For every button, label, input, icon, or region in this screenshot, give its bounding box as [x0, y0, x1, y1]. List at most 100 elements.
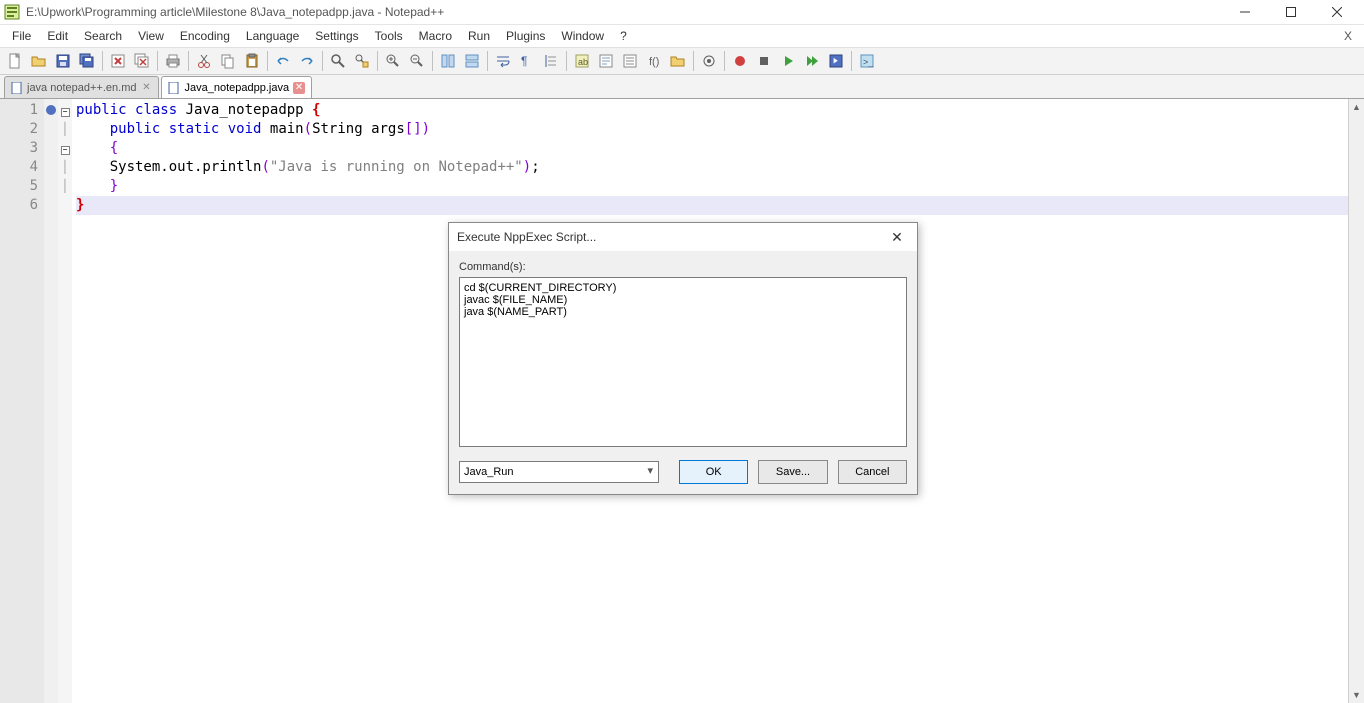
- wordwrap-icon[interactable]: [492, 50, 514, 72]
- window-title: E:\Upwork\Programming article\Milestone …: [26, 5, 1222, 19]
- tab-close-icon[interactable]: ✕: [140, 82, 152, 94]
- save-button[interactable]: Save...: [758, 460, 827, 484]
- zoom-in-icon[interactable]: [382, 50, 404, 72]
- toolbar-separator: [322, 51, 323, 71]
- print-icon[interactable]: [162, 50, 184, 72]
- play-icon[interactable]: [777, 50, 799, 72]
- close-all-icon[interactable]: [131, 50, 153, 72]
- dialog-title-text: Execute NppExec Script...: [457, 230, 596, 244]
- new-file-icon[interactable]: [4, 50, 26, 72]
- tab-label: Java_notepadpp.java: [184, 82, 289, 94]
- toolbar-separator: [693, 51, 694, 71]
- doc-list-icon[interactable]: [619, 50, 641, 72]
- zoom-out-icon[interactable]: [406, 50, 428, 72]
- dialog-button-row: OK Save... Cancel: [459, 460, 907, 484]
- dialog-close-icon[interactable]: ✕: [885, 229, 909, 246]
- minimize-button[interactable]: [1222, 0, 1268, 25]
- save-all-icon[interactable]: [76, 50, 98, 72]
- replace-icon[interactable]: [351, 50, 373, 72]
- sync-v-icon[interactable]: [437, 50, 459, 72]
- vertical-scrollbar[interactable]: ▲ ▼: [1348, 99, 1364, 703]
- window-controls: [1222, 0, 1360, 25]
- monitoring-icon[interactable]: [698, 50, 720, 72]
- sync-h-icon[interactable]: [461, 50, 483, 72]
- toolbar-separator: [566, 51, 567, 71]
- save-macro-icon[interactable]: [825, 50, 847, 72]
- title-bar: E:\Upwork\Programming article\Milestone …: [0, 0, 1364, 25]
- menu-macro[interactable]: Macro: [411, 27, 460, 45]
- tab-active[interactable]: Java_notepadpp.java ✕: [161, 76, 312, 98]
- toolbar-separator: [157, 51, 158, 71]
- save-icon[interactable]: [52, 50, 74, 72]
- menu-encoding[interactable]: Encoding: [172, 27, 238, 45]
- nppexec-dialog: Execute NppExec Script... ✕ Command(s): …: [448, 222, 918, 495]
- redo-icon[interactable]: [296, 50, 318, 72]
- menu-help[interactable]: ?: [612, 27, 635, 45]
- scroll-down-icon[interactable]: ▼: [1349, 687, 1364, 703]
- folder-workspace-icon[interactable]: [667, 50, 689, 72]
- copy-icon[interactable]: [217, 50, 239, 72]
- menu-file[interactable]: File: [4, 27, 39, 45]
- bookmark-margin: [44, 99, 58, 703]
- menu-plugins[interactable]: Plugins: [498, 27, 553, 45]
- find-icon[interactable]: [327, 50, 349, 72]
- tab-bar: java notepad++.en.md ✕ Java_notepadpp.ja…: [0, 75, 1364, 99]
- toolbar: ¶ ab f() >_: [0, 47, 1364, 75]
- dialog-titlebar: Execute NppExec Script... ✕: [449, 223, 917, 251]
- paste-icon[interactable]: [241, 50, 263, 72]
- file-icon: [11, 82, 23, 94]
- open-file-icon[interactable]: [28, 50, 50, 72]
- cancel-button[interactable]: Cancel: [838, 460, 907, 484]
- close-doc-x[interactable]: X: [1336, 29, 1360, 43]
- svg-text:f(): f(): [649, 56, 659, 68]
- undo-icon[interactable]: [272, 50, 294, 72]
- menu-window[interactable]: Window: [553, 27, 612, 45]
- tab-label: java notepad++.en.md: [27, 82, 136, 94]
- tab-close-icon[interactable]: ✕: [293, 82, 305, 94]
- fold-margin: −│−││: [58, 99, 72, 703]
- tab-inactive[interactable]: java notepad++.en.md ✕: [4, 76, 159, 98]
- toolbar-separator: [432, 51, 433, 71]
- svg-text:¶: ¶: [521, 54, 527, 68]
- toolbar-separator: [267, 51, 268, 71]
- menu-bar: File Edit Search View Encoding Language …: [0, 25, 1364, 47]
- func-list-icon[interactable]: f(): [643, 50, 665, 72]
- indent-guide-icon[interactable]: [540, 50, 562, 72]
- toolbar-separator: [724, 51, 725, 71]
- commands-label: Command(s):: [459, 261, 907, 273]
- menu-language[interactable]: Language: [238, 27, 307, 45]
- toolbar-separator: [487, 51, 488, 71]
- toolbar-separator: [188, 51, 189, 71]
- script-select-wrap: [459, 461, 659, 483]
- cut-icon[interactable]: [193, 50, 215, 72]
- dialog-body: Command(s): OK Save... Cancel: [449, 251, 917, 494]
- ok-button[interactable]: OK: [679, 460, 748, 484]
- svg-text:ab: ab: [578, 57, 588, 67]
- close-button[interactable]: [1314, 0, 1360, 25]
- script-name-select[interactable]: [459, 461, 659, 483]
- allchars-icon[interactable]: ¶: [516, 50, 538, 72]
- app-icon: [4, 4, 20, 20]
- record-icon[interactable]: [729, 50, 751, 72]
- toolbar-separator: [851, 51, 852, 71]
- menu-view[interactable]: View: [130, 27, 172, 45]
- toolbar-separator: [102, 51, 103, 71]
- stop-icon[interactable]: [753, 50, 775, 72]
- file-icon: [168, 82, 180, 94]
- commands-textarea[interactable]: [459, 277, 907, 447]
- menu-run[interactable]: Run: [460, 27, 498, 45]
- close-icon[interactable]: [107, 50, 129, 72]
- nppexec-icon[interactable]: >_: [856, 50, 878, 72]
- menu-settings[interactable]: Settings: [307, 27, 366, 45]
- play-multi-icon[interactable]: [801, 50, 823, 72]
- doc-map-icon[interactable]: [595, 50, 617, 72]
- scroll-up-icon[interactable]: ▲: [1349, 99, 1364, 115]
- line-number-gutter: 123456: [0, 99, 44, 703]
- maximize-button[interactable]: [1268, 0, 1314, 25]
- svg-text:>_: >_: [863, 57, 874, 67]
- menu-tools[interactable]: Tools: [367, 27, 411, 45]
- toolbar-separator: [377, 51, 378, 71]
- menu-search[interactable]: Search: [76, 27, 130, 45]
- menu-edit[interactable]: Edit: [39, 27, 76, 45]
- udl-icon[interactable]: ab: [571, 50, 593, 72]
